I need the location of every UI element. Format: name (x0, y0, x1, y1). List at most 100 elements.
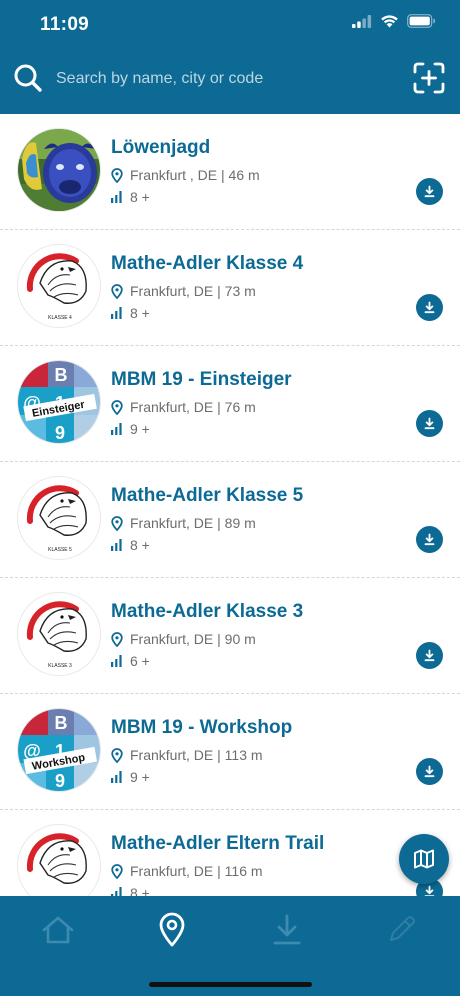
trail-location-text: Frankfurt, DE | 90 m (130, 631, 256, 647)
trail-title[interactable]: Mathe-Adler Klasse 3 (111, 601, 303, 623)
wifi-icon (381, 15, 398, 28)
trail-list-item[interactable]: KLASSE 4 Mathe-Adler Klasse 4 Frankfurt,… (0, 230, 460, 346)
trail-list[interactable]: Löwenjagd Frankfurt , DE | 46 m 8 + KLAS… (0, 114, 460, 896)
download-button[interactable] (416, 526, 443, 553)
signal-icon (352, 14, 372, 28)
trail-location: Frankfurt, DE | 76 m (111, 399, 256, 415)
trail-difficulty: 8 + (111, 305, 150, 321)
trail-title[interactable]: Mathe-Adler Klasse 5 (111, 485, 303, 507)
trail-list-item[interactable]: Löwenjagd Frankfurt , DE | 46 m 8 + (0, 114, 460, 230)
trail-level-text: 8 + (130, 537, 150, 553)
trail-location: Frankfurt, DE | 89 m (111, 515, 256, 531)
download-button[interactable] (416, 642, 443, 669)
trail-location: Frankfurt, DE | 116 m (111, 863, 263, 879)
download-icon (424, 765, 435, 778)
svg-text:9: 9 (55, 423, 65, 443)
trail-difficulty: 8 + (111, 537, 150, 553)
trail-title[interactable]: MBM 19 - Workshop (111, 717, 292, 739)
trail-list-item[interactable]: KLASSE 5 Mathe-Adler Klasse 5 Frankfurt,… (0, 462, 460, 578)
trail-level-text: 9 + (130, 769, 150, 785)
download-button[interactable] (416, 758, 443, 785)
trail-location-text: Frankfurt, DE | 73 m (130, 283, 256, 299)
svg-text:B: B (55, 365, 68, 385)
trail-location: Frankfurt, DE | 90 m (111, 631, 256, 647)
download-icon (424, 533, 435, 546)
download-button[interactable] (416, 410, 443, 437)
trail-location-text: Frankfurt, DE | 76 m (130, 399, 256, 415)
download-icon (424, 417, 435, 430)
trail-title[interactable]: Löwenjagd (111, 137, 210, 159)
eagle-logo-badge: KLASSE 3 (48, 663, 72, 669)
scan-add-icon[interactable] (412, 61, 446, 95)
eagle-logo-badge: KLASSE 5 (48, 547, 72, 553)
svg-text:B: B (55, 713, 68, 733)
trail-list-item[interactable]: B @ 1 9 Workshop MBM 19 - Workshop Frank… (0, 694, 460, 810)
difficulty-bars-icon (111, 887, 122, 896)
location-pin-icon (111, 515, 123, 531)
trail-location: Frankfurt, DE | 73 m (111, 283, 256, 299)
trail-image-mbm-logo: B @ 1 9 Einsteiger (17, 360, 101, 444)
battery-icon (407, 14, 436, 28)
trail-image-eagle-logo (17, 824, 101, 896)
trail-image-mbm-logo: B @ 1 9 Workshop (17, 708, 101, 792)
download-button[interactable] (416, 294, 443, 321)
trail-image-eagle-logo: KLASSE 5 (17, 476, 101, 560)
bottom-tab-bar (0, 896, 460, 996)
trail-difficulty: 9 + (111, 769, 150, 785)
tab-home[interactable] (38, 910, 78, 950)
home-indicator (149, 982, 312, 987)
download-icon (424, 185, 435, 198)
location-icon (159, 912, 185, 947)
tab-edit (381, 910, 421, 950)
location-pin-icon (111, 399, 123, 415)
trail-title[interactable]: Mathe-Adler Klasse 4 (111, 253, 303, 275)
trail-list-item[interactable]: Mathe-Adler Eltern Trail Frankfurt, DE |… (0, 810, 460, 896)
status-time: 11:09 (40, 14, 90, 35)
location-pin-icon (111, 631, 123, 647)
trail-difficulty: 6 + (111, 653, 150, 669)
difficulty-bars-icon (111, 423, 122, 435)
eagle-logo-badge: KLASSE 4 (48, 315, 72, 321)
trail-title[interactable]: Mathe-Adler Eltern Trail (111, 833, 324, 855)
difficulty-bars-icon (111, 771, 122, 783)
trail-level-text: 8 + (130, 189, 150, 205)
search-bar (0, 56, 460, 102)
download-icon (424, 649, 435, 662)
search-icon[interactable] (12, 62, 44, 94)
trail-level-text: 6 + (130, 653, 150, 669)
map-view-button[interactable] (399, 834, 449, 884)
tab-nearby[interactable] (152, 910, 192, 950)
trail-difficulty: 8 + (111, 189, 150, 205)
difficulty-bars-icon (111, 307, 122, 319)
download-icon (424, 885, 435, 896)
difficulty-bars-icon (111, 655, 122, 667)
search-input[interactable] (56, 64, 376, 94)
location-pin-icon (111, 167, 123, 183)
map-icon (414, 849, 434, 869)
trail-list-item[interactable]: B @ 1 9 Einsteiger MBM 19 - Einsteiger F… (0, 346, 460, 462)
app-header: 11:09 (0, 0, 460, 114)
status-icons (352, 14, 436, 28)
trail-image-eagle-logo: KLASSE 4 (17, 244, 101, 328)
download-button[interactable] (416, 178, 443, 205)
trail-location: Frankfurt , DE | 46 m (111, 167, 260, 183)
trail-difficulty: 8 + (111, 885, 150, 896)
trail-location-text: Frankfurt, DE | 89 m (130, 515, 256, 531)
trail-title[interactable]: MBM 19 - Einsteiger (111, 369, 292, 391)
trail-location-text: Frankfurt , DE | 46 m (130, 167, 260, 183)
trail-location: Frankfurt, DE | 113 m (111, 747, 263, 763)
location-pin-icon (111, 863, 123, 879)
trail-location-text: Frankfurt, DE | 113 m (130, 747, 263, 763)
trail-list-item[interactable]: KLASSE 3 Mathe-Adler Klasse 3 Frankfurt,… (0, 578, 460, 694)
trail-location-text: Frankfurt, DE | 116 m (130, 863, 263, 879)
trail-difficulty: 9 + (111, 421, 150, 437)
difficulty-bars-icon (111, 191, 122, 203)
tab-downloads[interactable] (267, 910, 307, 950)
difficulty-bars-icon (111, 539, 122, 551)
trail-level-text: 8 + (130, 885, 150, 896)
trail-level-text: 8 + (130, 305, 150, 321)
location-pin-icon (111, 283, 123, 299)
home-icon (42, 916, 74, 944)
trail-level-text: 9 + (130, 421, 150, 437)
download-icon (424, 301, 435, 314)
